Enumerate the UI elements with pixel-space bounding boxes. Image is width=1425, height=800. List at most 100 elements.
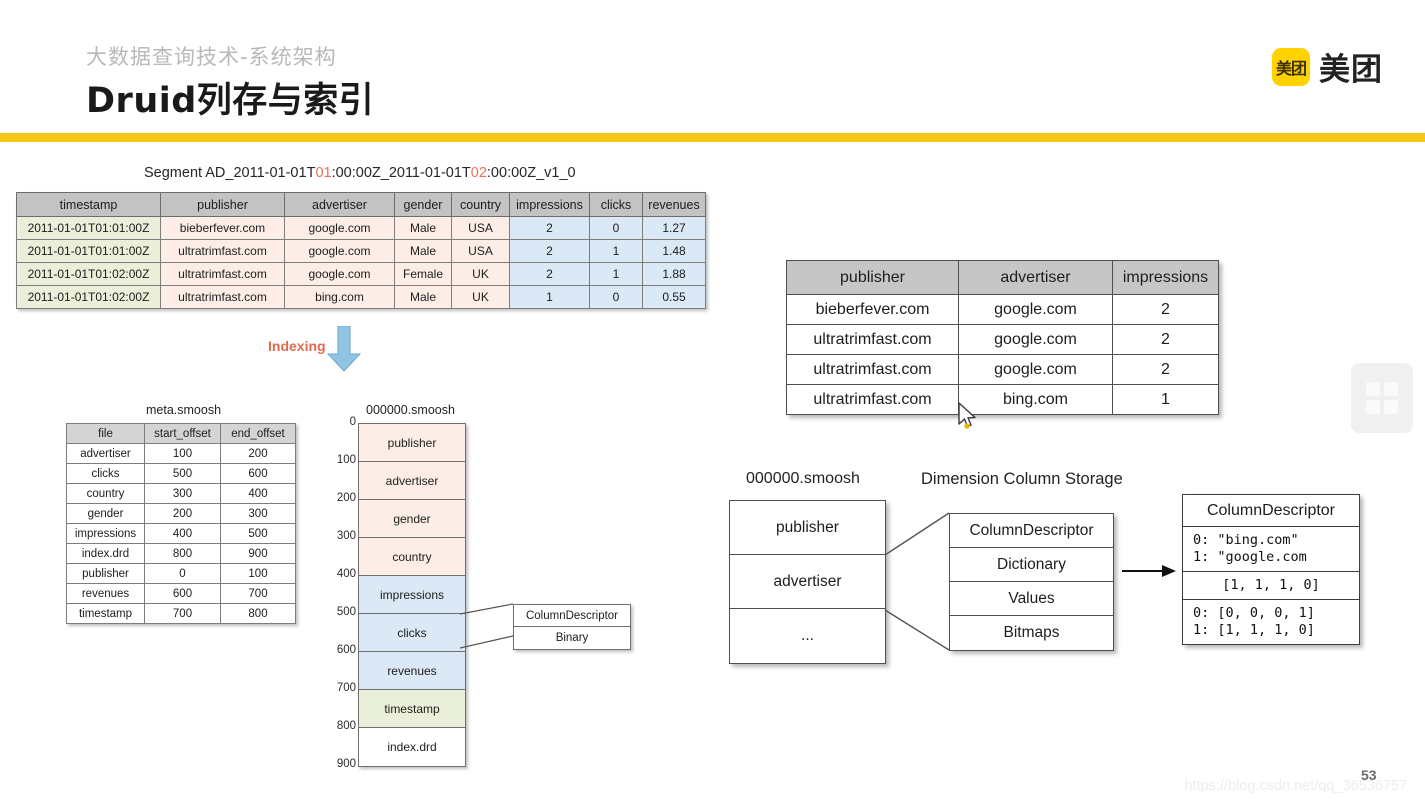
dimension-smoosh-box: publisher advertiser ... xyxy=(729,500,886,664)
storage-connector-lines xyxy=(884,512,950,651)
descriptor-values-content: [1, 1, 1, 0] xyxy=(1183,572,1359,600)
segment-col-timestamp: timestamp xyxy=(16,192,161,217)
cell-clicks: 0 xyxy=(589,285,643,309)
page-title: Druid列存与索引 xyxy=(86,81,375,121)
dimension-table-header: publisher advertiser impressions xyxy=(786,260,1219,295)
segment-col-revenues: revenues xyxy=(642,192,706,217)
dim-col-publisher: publisher xyxy=(786,260,959,295)
cell-advertiser: bing.com xyxy=(958,384,1113,415)
smoosh-column-layout: publisher advertiser gender country impr… xyxy=(358,423,466,767)
smoosh-cell-impressions: impressions xyxy=(359,576,465,614)
cell-start-offset: 800 xyxy=(144,543,221,564)
cell-revenues: 1.48 xyxy=(642,239,706,263)
cell-revenues: 1.88 xyxy=(642,262,706,286)
segment-title-prefix: Segment AD_2011-01-01T xyxy=(144,165,316,181)
cell-file: clicks xyxy=(66,463,145,484)
column-descriptor-detail-box: ColumnDescriptor 0: "bing.com" 1: "googl… xyxy=(1182,494,1360,645)
apps-icon-square xyxy=(1384,382,1398,396)
offset-tick: 100 xyxy=(336,454,356,466)
smoosh-cell-ellipsis: ... xyxy=(801,627,814,644)
table-row: 2011-01-01T01:01:00Z bieberfever.com goo… xyxy=(16,216,706,240)
cell-timestamp: 2011-01-01T01:02:00Z xyxy=(16,262,161,286)
offset-tick: 700 xyxy=(336,682,356,694)
cell-country: USA xyxy=(451,239,510,263)
dimension-table-body: bieberfever.com google.com 2 ultratrimfa… xyxy=(786,294,1219,415)
cell-gender: Male xyxy=(394,285,452,309)
cell-advertiser: google.com xyxy=(958,324,1113,355)
cell-country: UK xyxy=(451,262,510,286)
smoosh-cell-country: country xyxy=(359,538,465,576)
apps-icon-square xyxy=(1366,400,1380,414)
offset-tick: 0 xyxy=(349,416,356,428)
cell-file: country xyxy=(66,483,145,504)
cell-advertiser: bing.com xyxy=(284,285,395,309)
table-row: index.drd 800 900 xyxy=(66,543,296,564)
dimension-preview-table: publisher advertiser impressions bieberf… xyxy=(786,260,1219,415)
cell-country: USA xyxy=(451,216,510,240)
meta-smoosh-table: file start_offset end_offset advertiser … xyxy=(66,423,296,624)
table-row: ultratrimfast.com google.com 2 xyxy=(786,324,1219,355)
meituan-logo: 美团 美团 xyxy=(1272,44,1383,89)
segment-title-hour-end: 02 xyxy=(470,165,487,181)
table-row: 2011-01-01T01:02:00Z ultratrimfast.com g… xyxy=(16,262,706,286)
segment-col-clicks: clicks xyxy=(589,192,643,217)
header-divider xyxy=(0,133,1425,142)
cell-impressions: 1 xyxy=(509,285,590,309)
cell-impressions: 2 xyxy=(1112,354,1219,385)
arrow-down-icon xyxy=(327,326,361,372)
cell-start-offset: 100 xyxy=(144,443,221,464)
cell-publisher: ultratrimfast.com xyxy=(160,285,285,309)
table-row: timestamp 700 800 xyxy=(66,603,296,624)
smoosh-cell-index-drd: index.drd xyxy=(359,728,465,766)
cell-start-offset: 400 xyxy=(144,523,221,544)
grid-apps-icon[interactable] xyxy=(1351,363,1413,433)
cell-end-offset: 800 xyxy=(220,603,296,624)
cell-file: index.drd xyxy=(66,543,145,564)
page-number: 53 xyxy=(1361,767,1377,783)
descriptor-part-dictionary: Dictionary xyxy=(950,548,1113,582)
mouse-pointer-icon xyxy=(958,402,976,429)
column-binary-header: ColumnDescriptor xyxy=(514,605,630,627)
slide-root: 大数据查询技术-系统架构 Druid列存与索引 美团 美团 Segment AD… xyxy=(0,0,1425,800)
cell-end-offset: 900 xyxy=(220,543,296,564)
cell-advertiser: google.com xyxy=(958,294,1113,325)
cell-publisher: ultratrimfast.com xyxy=(786,384,959,415)
segment-col-country: country xyxy=(451,192,510,217)
cell-file: advertiser xyxy=(66,443,145,464)
offset-tick: 200 xyxy=(336,492,356,504)
cell-start-offset: 300 xyxy=(144,483,221,504)
table-header-row: timestamp publisher advertiser gender co… xyxy=(16,192,706,217)
offset-tick: 500 xyxy=(336,606,356,618)
cell-impressions: 2 xyxy=(509,262,590,286)
meta-smoosh-caption: meta.smoosh xyxy=(146,403,222,417)
segment-table-header: timestamp publisher advertiser gender co… xyxy=(16,192,706,217)
table-row: impressions 400 500 xyxy=(66,523,296,544)
cell-publisher: ultratrimfast.com xyxy=(786,324,959,355)
cell-impressions: 2 xyxy=(1112,294,1219,325)
offset-tick: 900 xyxy=(336,758,356,770)
cell-revenues: 0.55 xyxy=(642,285,706,309)
cell-end-offset: 400 xyxy=(220,483,296,504)
cell-file: timestamp xyxy=(66,603,145,624)
smoosh-cell-advertiser: advertiser xyxy=(359,462,465,500)
cell-timestamp: 2011-01-01T01:02:00Z xyxy=(16,285,161,309)
cell-end-offset: 300 xyxy=(220,503,296,524)
cell-start-offset: 700 xyxy=(144,603,221,624)
segment-table: timestamp publisher advertiser gender co… xyxy=(16,192,706,309)
table-header-row: file start_offset end_offset xyxy=(66,423,296,444)
cell-file: gender xyxy=(66,503,145,524)
meta-col-end-offset: end_offset xyxy=(220,423,296,444)
cell-file: publisher xyxy=(66,563,145,584)
segment-table-body: 2011-01-01T01:01:00Z bieberfever.com goo… xyxy=(16,216,706,309)
cell-end-offset: 100 xyxy=(220,563,296,584)
meta-table-body: advertiser 100 200 clicks 500 600 countr… xyxy=(66,443,296,624)
segment-col-publisher: publisher xyxy=(160,192,285,217)
smoosh-cell-gender: gender xyxy=(359,500,465,538)
smoosh-cell-publisher: publisher xyxy=(730,501,885,555)
smoosh-cell-revenues: revenues xyxy=(359,652,465,690)
cell-advertiser: google.com xyxy=(284,216,395,240)
offset-tick: 800 xyxy=(336,720,356,732)
cell-timestamp: 2011-01-01T01:01:00Z xyxy=(16,216,161,240)
arrow-right-icon xyxy=(1122,565,1176,577)
cell-timestamp: 2011-01-01T01:01:00Z xyxy=(16,239,161,263)
